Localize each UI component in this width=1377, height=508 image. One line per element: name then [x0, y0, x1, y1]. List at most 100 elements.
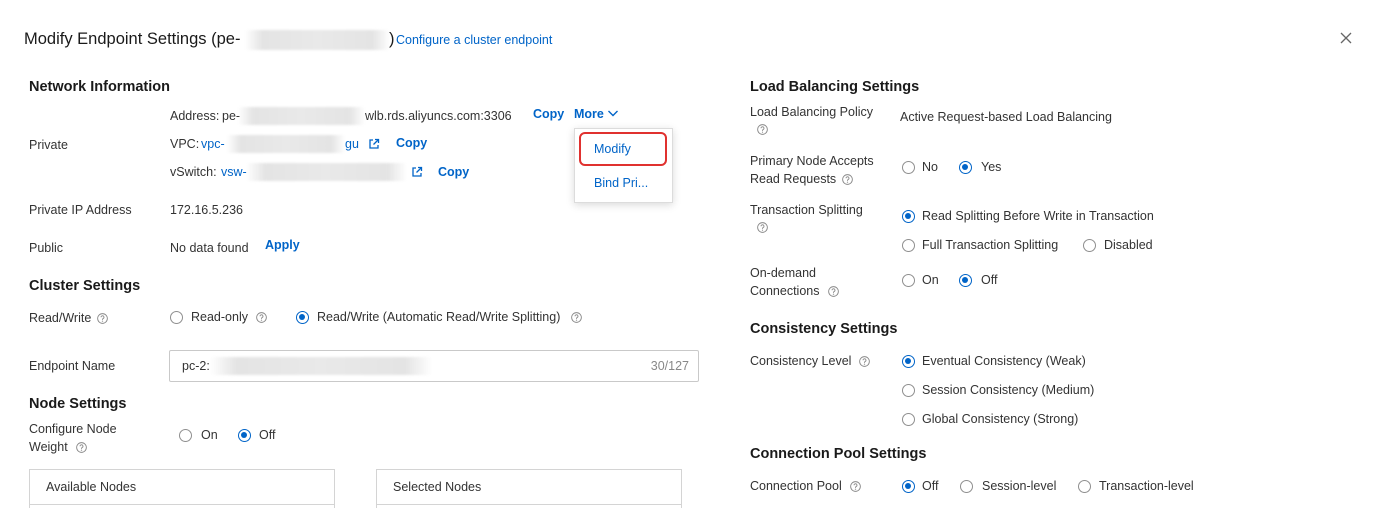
redacted-vswitch-id: [246, 163, 407, 181]
available-nodes-header: Available Nodes: [46, 480, 137, 494]
apply-public-button[interactable]: Apply: [265, 237, 300, 253]
read-write-option-label[interactable]: Read/Write (Automatic Read/Write Splitti…: [317, 309, 560, 325]
available-nodes-header-divider: [30, 504, 334, 505]
session-consistency-label[interactable]: Session Consistency (Medium): [922, 382, 1094, 398]
configure-node-weight-label-2: Weight: [29, 440, 68, 454]
global-consistency-radio[interactable]: [901, 412, 915, 426]
primary-read-yes-label[interactable]: Yes: [981, 159, 1001, 175]
read-only-radio[interactable]: [169, 310, 183, 324]
transaction-splitting-disabled-label[interactable]: Disabled: [1104, 237, 1153, 253]
close-icon[interactable]: [1340, 32, 1352, 44]
redacted-vpc-id: [227, 135, 345, 153]
connection-pool-transaction-radio[interactable]: [1077, 479, 1091, 493]
configure-cluster-endpoint-link[interactable]: Configure a cluster endpoint: [396, 32, 552, 48]
primary-read-no-radio[interactable]: [901, 160, 915, 174]
eventual-consistency-label[interactable]: Eventual Consistency (Weak): [922, 353, 1086, 369]
full-transaction-splitting-label[interactable]: Full Transaction Splitting: [922, 237, 1058, 253]
private-label: Private: [29, 138, 68, 152]
vpc-link-suffix[interactable]: gu: [345, 136, 359, 152]
endpoint-name-counter: 30/127: [650, 359, 689, 373]
read-only-option-label[interactable]: Read-only: [191, 309, 248, 325]
session-consistency-radio[interactable]: [901, 383, 915, 397]
load-balancing-heading: Load Balancing Settings: [750, 79, 920, 95]
help-icon[interactable]: [849, 480, 861, 492]
on-demand-off-radio[interactable]: [958, 273, 972, 287]
private-ip-label: Private IP Address: [29, 203, 132, 217]
full-transaction-splitting-radio[interactable]: [901, 238, 915, 252]
private-ip-value: 172.16.5.236: [170, 203, 243, 217]
menu-item-modify[interactable]: Modify: [594, 141, 631, 157]
redacted-title-id: [245, 30, 390, 50]
vpc-label: VPC:: [170, 137, 200, 151]
address-suffix: wlb.rds.aliyuncs.com:3306: [365, 109, 512, 123]
dialog-title-suffix: ): [389, 30, 395, 48]
on-demand-off-label[interactable]: Off: [981, 272, 997, 288]
public-label: Public: [29, 241, 64, 255]
help-icon[interactable]: [858, 355, 870, 367]
chevron-down-icon[interactable]: [607, 108, 619, 118]
modify-endpoint-dialog: Modify Endpoint Settings (pe- ) Configur…: [0, 0, 1377, 508]
redacted-address: [238, 107, 365, 125]
primary-read-no-label[interactable]: No: [922, 159, 938, 175]
help-icon[interactable]: [841, 173, 853, 185]
connection-pool-off-label[interactable]: Off: [922, 478, 938, 494]
copy-vswitch-button[interactable]: Copy: [438, 164, 469, 180]
connection-pool-session-label[interactable]: Session-level: [982, 478, 1056, 494]
endpoint-name-value[interactable]: pc-2:: [182, 358, 210, 374]
load-balancing-policy-value: Active Request-based Load Balancing: [900, 110, 1112, 124]
node-settings-heading: Node Settings: [29, 396, 127, 412]
vswitch-link-prefix[interactable]: vsw-: [221, 164, 247, 180]
selected-nodes-header-divider: [377, 504, 681, 505]
connection-pool-settings-heading: Connection Pool Settings: [750, 446, 927, 462]
endpoint-name-label: Endpoint Name: [29, 359, 116, 373]
node-weight-on-label[interactable]: On: [201, 427, 218, 443]
help-icon[interactable]: [255, 311, 267, 323]
more-button[interactable]: More: [574, 106, 604, 122]
address-label: Address:: [170, 109, 220, 123]
selected-nodes-header: Selected Nodes: [393, 480, 482, 494]
read-write-radio[interactable]: [295, 310, 309, 324]
menu-item-bind-private[interactable]: Bind Pri...: [594, 175, 648, 191]
vswitch-label: vSwitch:: [170, 165, 217, 179]
consistency-settings-heading: Consistency Settings: [750, 321, 898, 337]
connection-pool-off-radio[interactable]: [901, 479, 915, 493]
dialog-title: Modify Endpoint Settings (pe-: [24, 30, 241, 48]
node-weight-on-radio[interactable]: [178, 428, 192, 442]
help-icon[interactable]: [756, 221, 768, 233]
external-link-icon[interactable]: [368, 138, 380, 150]
on-demand-on-label[interactable]: On: [922, 272, 939, 288]
transaction-splitting-disabled-radio[interactable]: [1082, 238, 1096, 252]
configure-node-weight-label: Configure Node: [29, 422, 117, 436]
load-balancing-policy-label: Load Balancing Policy: [750, 105, 873, 119]
help-icon[interactable]: [827, 285, 839, 297]
connection-pool-label: Connection Pool: [750, 479, 842, 493]
read-splitting-before-write-label[interactable]: Read Splitting Before Write in Transacti…: [922, 208, 1154, 224]
consistency-level-label: Consistency Level: [750, 354, 852, 368]
read-splitting-before-write-radio[interactable]: [901, 209, 915, 223]
copy-address-button[interactable]: Copy: [533, 106, 564, 122]
vpc-link-prefix[interactable]: vpc-: [201, 136, 225, 152]
connection-pool-transaction-label[interactable]: Transaction-level: [1099, 478, 1194, 494]
read-write-label: Read/Write: [29, 311, 92, 325]
eventual-consistency-radio[interactable]: [901, 354, 915, 368]
primary-node-read-label: Primary Node Accepts: [750, 154, 874, 168]
global-consistency-label[interactable]: Global Consistency (Strong): [922, 411, 1078, 427]
primary-node-read-label-2: Read Requests: [750, 172, 837, 186]
copy-vpc-button[interactable]: Copy: [396, 135, 427, 151]
node-weight-off-label[interactable]: Off: [259, 427, 275, 443]
transaction-splitting-label: Transaction Splitting: [750, 203, 863, 217]
public-value: No data found: [170, 241, 249, 255]
on-demand-connections-label-2: Connections: [750, 284, 820, 298]
help-icon[interactable]: [96, 312, 108, 324]
on-demand-on-radio[interactable]: [901, 273, 915, 287]
node-weight-off-radio[interactable]: [237, 428, 251, 442]
connection-pool-session-radio[interactable]: [959, 479, 973, 493]
cluster-settings-heading: Cluster Settings: [29, 278, 141, 294]
primary-read-yes-radio[interactable]: [958, 160, 972, 174]
help-icon[interactable]: [756, 123, 768, 135]
on-demand-connections-label: On-demand: [750, 266, 817, 280]
external-link-icon[interactable]: [411, 166, 423, 178]
network-information-heading: Network Information: [29, 79, 170, 95]
help-icon[interactable]: [570, 311, 582, 323]
help-icon[interactable]: [75, 441, 87, 453]
